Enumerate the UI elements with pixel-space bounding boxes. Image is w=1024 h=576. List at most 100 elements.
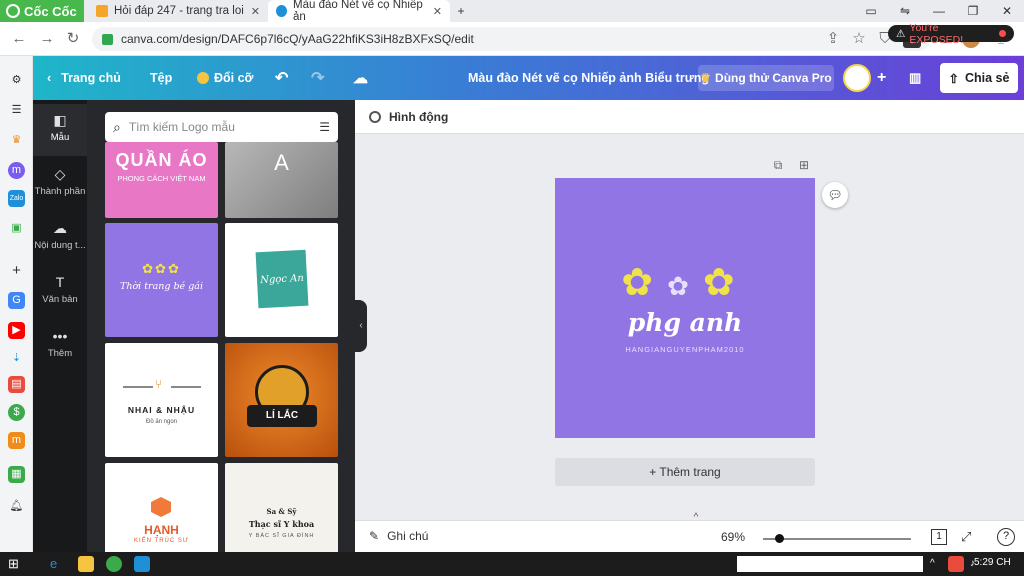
crown-icon[interactable]: ♛ [8,132,25,149]
zoom-slider-handle[interactable] [775,534,784,543]
hoidap-favicon-icon [96,5,108,17]
design-title-text: Màu đào Nét vẽ cọ Nhiếp ảnh Biểu trưng [468,71,710,85]
shopping-icon[interactable]: ▤ [8,376,25,393]
close-tab-icon[interactable]: ✕ [251,5,260,18]
zoom-slider[interactable] [763,538,911,540]
template-search-input[interactable]: ⌕ Tìm kiếm Logo mẫu ☰ [105,112,338,142]
home-label: Trang chủ [61,71,121,85]
nav-elements[interactable]: ◇ Thành phần [33,158,87,210]
cashback-icon[interactable]: $ [8,404,25,421]
canva-favicon-icon [276,5,288,17]
add-sidebar-icon[interactable]: + [8,262,25,279]
page-count-button[interactable]: 1 [931,529,947,545]
sidebar-item-icon[interactable]: ⇣ [8,350,25,367]
translate-icon[interactable]: G [8,292,25,309]
zoom-level[interactable]: 69% [721,530,745,544]
design-heading[interactable]: phg anh [555,308,815,337]
tray-chevron-icon[interactable]: ^ [930,556,946,572]
share-button[interactable]: ⇧ Chia sẻ [940,63,1018,93]
add-page-button[interactable]: + Thêm trang [555,458,815,486]
help-button[interactable]: ? [997,528,1015,546]
new-tab-button[interactable]: + [452,2,470,20]
divider-line [171,386,201,388]
template-tile-thoi-trang[interactable]: ✿✿✿ Thời trang bé gái [105,223,218,337]
animate-button[interactable]: Hình động [389,110,448,124]
home-link[interactable]: ‹ Trang chủ [47,56,121,100]
add-collaborator-icon[interactable]: + [877,56,886,100]
reading-list-icon[interactable]: ☰ [8,102,25,119]
template-tile-hanh[interactable]: HẠNH KIẾN TRÚC SƯ [105,463,218,552]
nav-more[interactable]: ••• Thêm [33,320,87,372]
tab-hoidap[interactable]: Hỏi đáp 247 - trang tra loi ✕ [88,0,268,22]
template-tile-nhai-nhau[interactable]: ⑂ NHAI & NHẬU Đồ ăn ngon [105,343,218,457]
tab-search-icon[interactable]: ▭ [862,2,880,20]
forward-icon[interactable]: → [38,30,56,48]
nav-templates[interactable]: ◧ Mẫu [33,104,87,156]
bookmark-star-icon[interactable]: ☆ [850,30,868,48]
design-canvas[interactable]: ✿✿✿ phg anh HANGIANGUYENPHAM2010 [555,178,815,438]
taskbar-search-box[interactable] [737,556,923,572]
tile-title: A [274,150,289,175]
market-icon[interactable]: m [8,432,25,449]
try-canva-pro-button[interactable]: ♛ Dùng thử Canva Pro [698,65,834,91]
clock[interactable]: 5:29 CH [974,557,1011,568]
share-page-icon[interactable]: ⇪ [824,30,842,48]
exposed-badge[interactable]: ⚠ You're EXPOSED! [888,22,1014,46]
template-tile-quan-ao[interactable]: QUẦN ÁO PHONG CÁCH VIỆT NAM [105,142,218,218]
youtube-icon[interactable]: ▶ [8,322,25,339]
tab-canva[interactable]: Màu đào Nét vẽ cọ Nhiếp ản ✕ [268,0,450,23]
add-page-icon[interactable]: ⊞ [795,156,813,174]
sync-icon[interactable]: ⇋ [896,2,914,20]
filter-sliders-icon[interactable]: ☰ [319,120,330,134]
nav-label: Thêm [47,348,73,359]
resize-button[interactable]: Đổi cỡ [197,56,253,100]
insights-chart-icon[interactable]: ▥ [909,56,921,100]
flower-icon: ✿ [667,271,703,301]
notes-button[interactable]: ✎ Ghi chú [369,529,428,543]
spreadsheet-icon[interactable]: ▦ [8,466,25,483]
game-controller-icon[interactable]: ▣ [8,220,25,237]
panel-collapse-handle[interactable]: ‹ [355,300,367,352]
zalo-taskbar-icon[interactable] [134,556,150,572]
cloud-saved-icon[interactable]: ☁ [353,56,368,100]
url-field[interactable]: canva.com/design/DAFC6p7l6cQ/yAaG22hfiKS… [92,27,930,51]
undo-icon[interactable]: ↶ [275,56,288,100]
template-tile-thac-si[interactable]: Sa & Sỹ Thạc sĩ Y khoa Y BÁC SĨ GIA ĐÌNH [225,463,338,552]
messenger-icon[interactable]: m [8,162,25,179]
comment-add-icon[interactable]: 💬︎ [822,182,848,208]
windows-start-icon[interactable]: ⊞ [8,556,24,572]
template-tile-ngoc-an[interactable]: Ngọc An [225,223,338,337]
duplicate-page-icon[interactable]: ⧉ [769,156,787,174]
crown-icon: ♛ [700,71,712,85]
settings-gear-icon[interactable]: ⚙ [8,72,25,89]
tile-subtitle: KIẾN TRÚC SƯ [133,538,190,544]
reload-icon[interactable]: ↻ [64,30,82,48]
address-bar-row: ← → ↻ canva.com/design/DAFC6p7l6cQ/yAaG2… [0,22,1024,56]
edge-icon[interactable]: e [50,556,66,572]
zalo-icon[interactable]: Zalo [8,190,25,207]
coccoc-taskbar-icon[interactable] [106,556,122,572]
design-title[interactable]: Màu đào Nét vẽ cọ Nhiếp ảnh Biểu trưng [468,56,709,100]
close-window-icon[interactable]: ✕ [998,2,1016,20]
browser-sidebar: ⚙ ☰ ♛ m Zalo ▣ + G ▶ ⇣ ▤ $ m ▦ 🔔︎ [0,56,33,552]
design-subheading[interactable]: HANGIANGUYENPHAM2010 [555,345,815,354]
nav-uploads[interactable]: ☁ Nội dung t... [33,212,87,264]
notification-bell-icon[interactable]: 🔔︎ [8,498,25,515]
nav-text[interactable]: T Văn bản [33,266,87,318]
hexagon-logo-icon [151,497,171,517]
file-explorer-icon[interactable] [78,556,94,572]
close-tab-icon[interactable]: ✕ [433,5,442,18]
minimize-icon[interactable]: — [930,2,948,20]
coccoc-brand[interactable]: Cốc Cốc [0,0,84,22]
restore-icon[interactable]: ❐ [964,2,982,20]
utensils-icon: ⑂ [155,377,163,391]
template-tile-li-lac[interactable]: LÍ LẮC [225,343,338,457]
back-icon[interactable]: ← [10,30,28,48]
redo-icon[interactable]: ↷ [311,56,324,100]
tray-v-icon[interactable] [948,556,964,572]
template-tile-letter-a[interactable]: A [225,142,338,218]
avatar[interactable] [843,64,871,92]
share-upload-icon: ⇧ [948,71,959,86]
file-menu[interactable]: Tệp [150,56,172,100]
fullscreen-icon[interactable]: ⤢ [961,529,971,545]
